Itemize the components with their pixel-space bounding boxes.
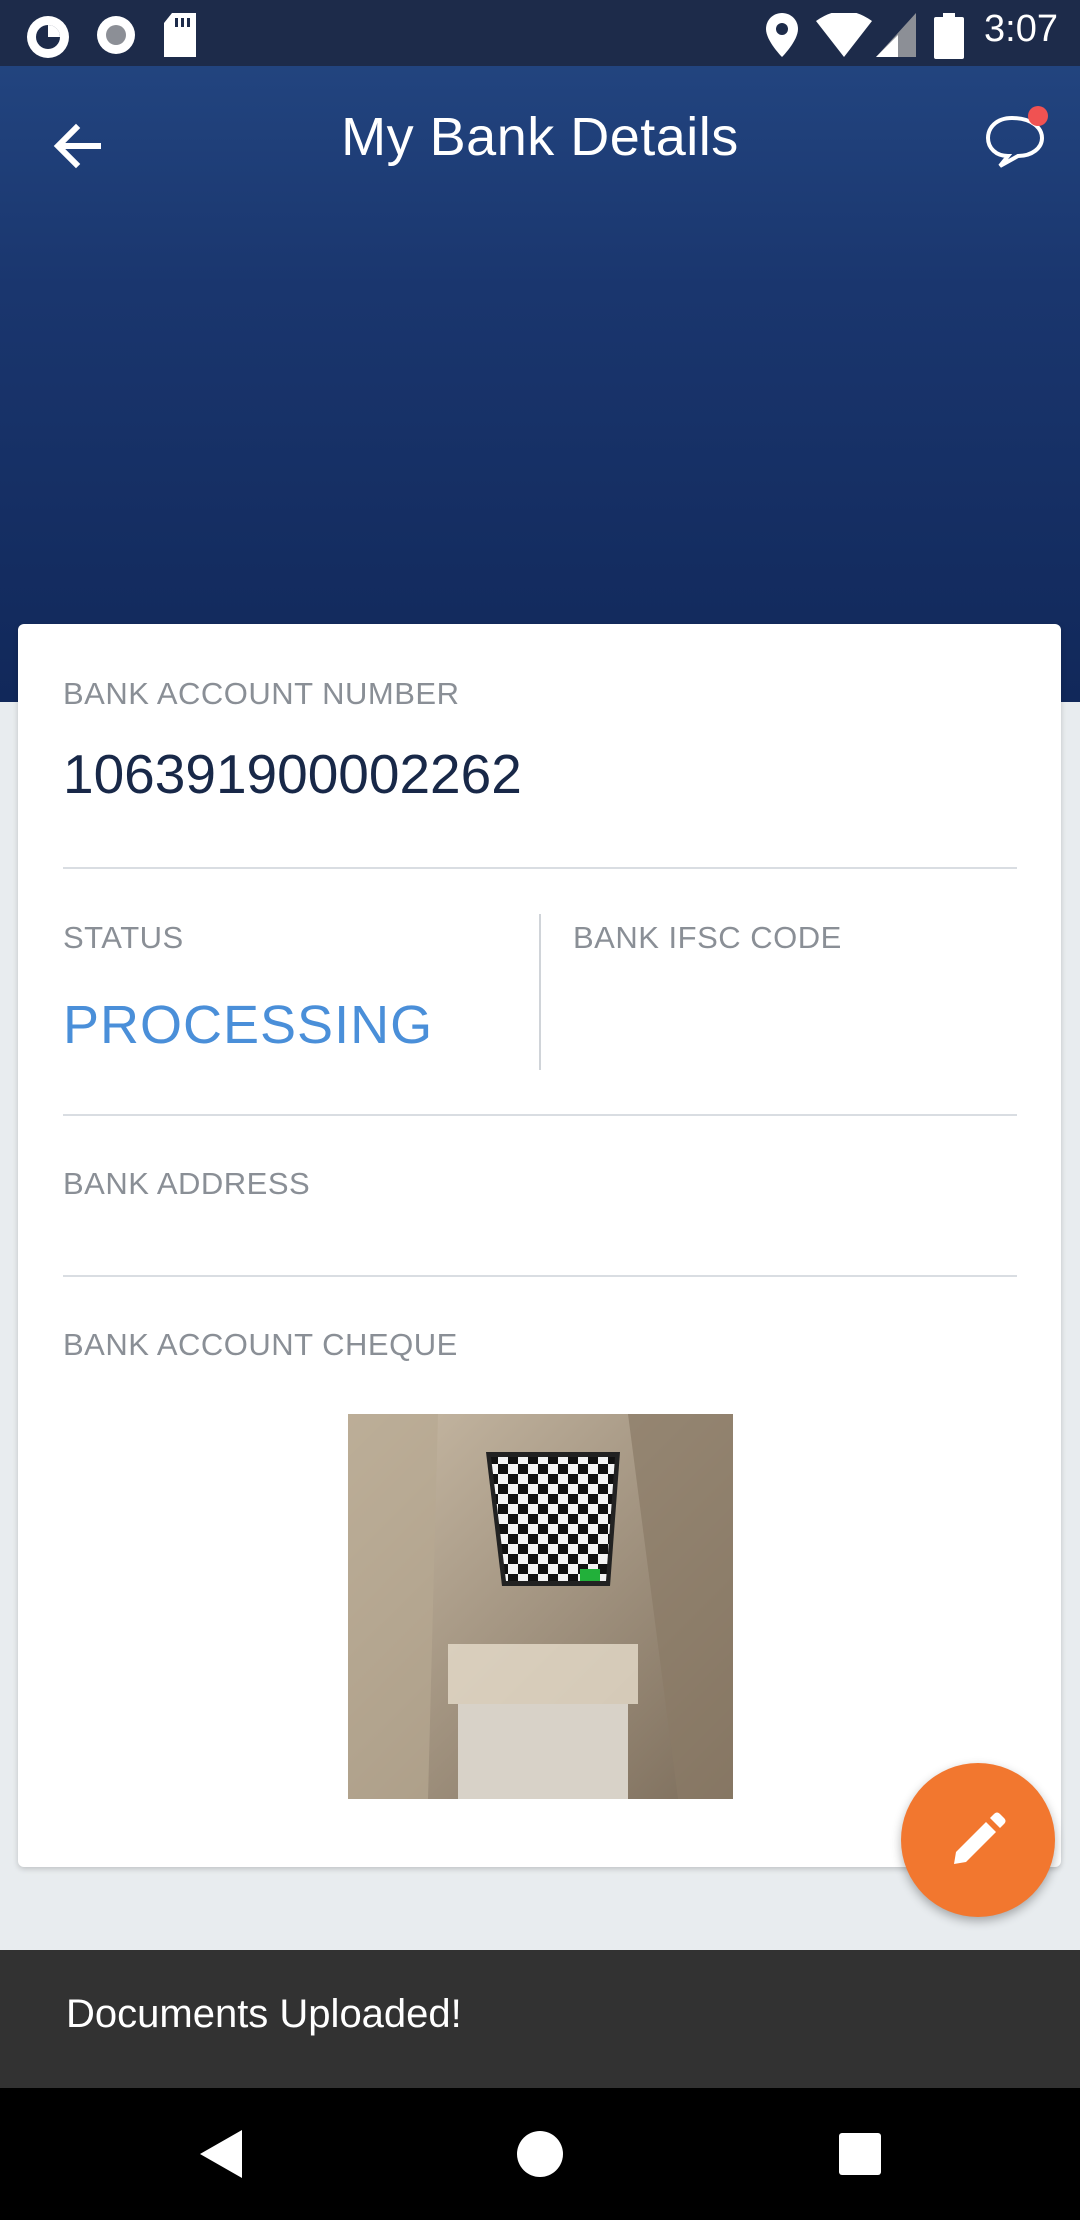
clock-time: 3:07 (984, 8, 1058, 50)
cheque-label: BANK ACCOUNT CHEQUE (63, 1327, 458, 1362)
pencil-icon (954, 1812, 1006, 1864)
chat-button[interactable] (982, 102, 1050, 170)
cheque-photo (348, 1414, 733, 1799)
bank-details-card: BANK ACCOUNT NUMBER 106391900002262 STAT… (18, 624, 1061, 1867)
divider (63, 1275, 1017, 1277)
sd-card-icon (164, 13, 196, 57)
account-number-value: 106391900002262 (63, 743, 522, 805)
nav-back-button[interactable] (190, 2124, 250, 2184)
battery-icon (934, 13, 964, 59)
back-triangle-icon (200, 2130, 242, 2178)
status-label: STATUS (63, 920, 184, 955)
account-number-label: BANK ACCOUNT NUMBER (63, 676, 460, 711)
header: My Bank Details (0, 66, 1080, 702)
chat-bubble-icon (985, 106, 1048, 168)
vertical-divider (539, 914, 541, 1070)
edit-button[interactable] (901, 1763, 1055, 1917)
navigation-bar (0, 2088, 1080, 2220)
divider (63, 1114, 1017, 1116)
nav-recents-button[interactable] (830, 2124, 890, 2184)
snackbar: Documents Uploaded! (0, 1950, 1080, 2088)
status-bar: 3:07 (0, 0, 1080, 66)
recents-square-icon (839, 2133, 881, 2175)
nav-home-button[interactable] (510, 2124, 570, 2184)
home-circle-icon (517, 2131, 563, 2177)
snackbar-message: Documents Uploaded! (66, 1992, 462, 2036)
divider (63, 867, 1017, 869)
location-icon (766, 13, 798, 57)
address-label: BANK ADDRESS (63, 1166, 311, 1201)
wifi-icon (816, 13, 872, 57)
signal-icon (876, 13, 916, 57)
app-icon (27, 16, 69, 58)
cheque-image[interactable] (348, 1414, 733, 1799)
status-value: PROCESSING (63, 995, 434, 1055)
record-icon (97, 16, 135, 54)
ifsc-label: BANK IFSC CODE (573, 920, 842, 955)
page-title: My Bank Details (341, 107, 739, 167)
